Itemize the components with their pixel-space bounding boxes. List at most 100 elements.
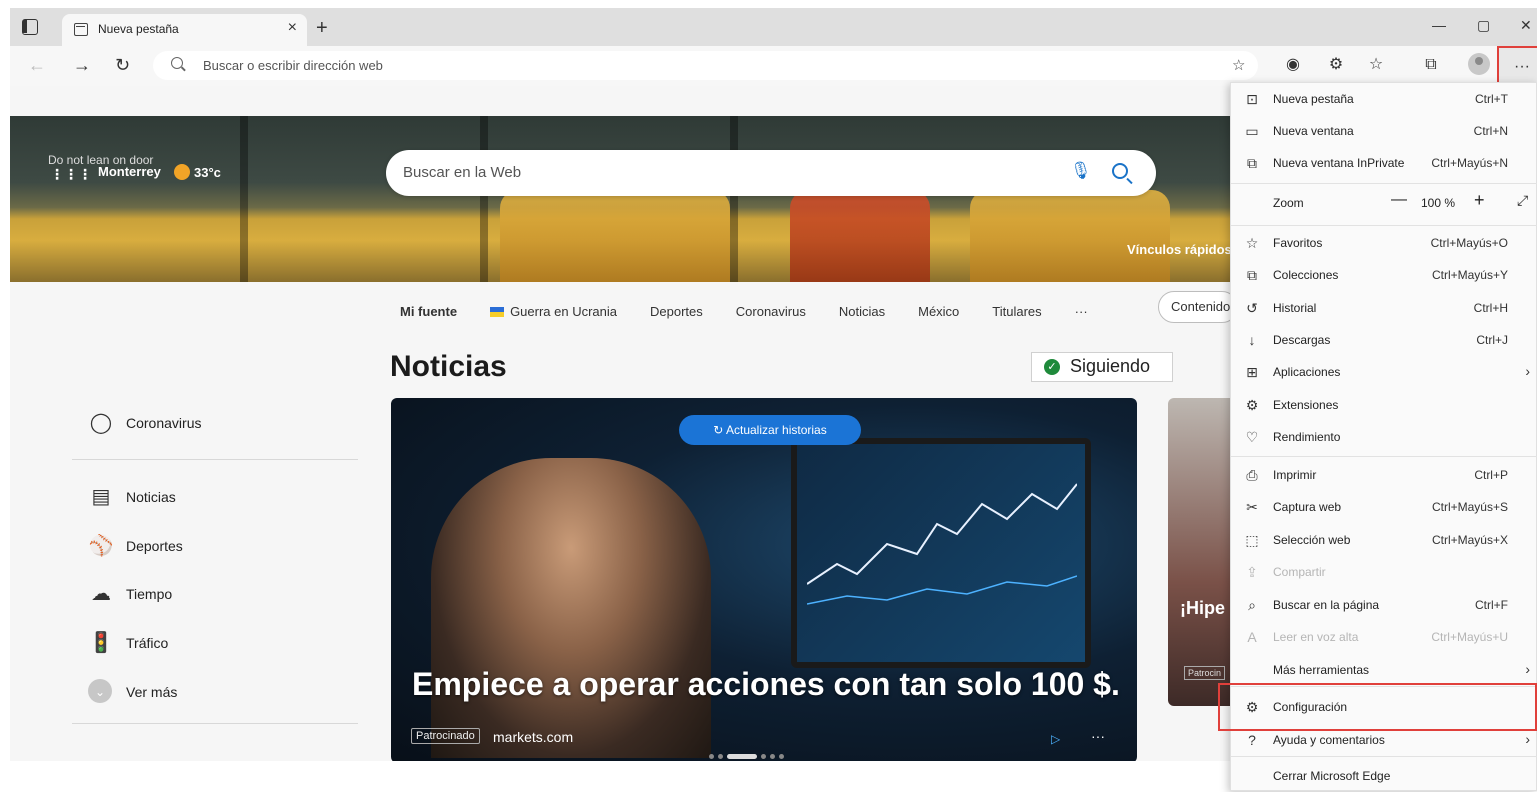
search-icon <box>171 57 183 69</box>
menu-print[interactable]: ⎙ Imprimir Ctrl+P <box>1231 459 1537 491</box>
side-nav-label: Deportes <box>126 538 183 554</box>
menu-shortcut: Ctrl+Mayús+S <box>1431 500 1508 514</box>
read-aloud-icon: A <box>1247 629 1257 645</box>
inprivate-icon: ⧉ <box>1247 155 1257 171</box>
menu-label: Extensiones <box>1273 398 1339 412</box>
menu-label: Imprimir <box>1273 468 1317 482</box>
zoom-out-button[interactable]: — <box>1391 191 1407 209</box>
menu-label: Ayuda y comentarios <box>1273 733 1385 747</box>
menu-label: Nueva ventana InPrivate <box>1273 156 1405 170</box>
feed-nav-sports[interactable]: Deportes <box>650 304 703 319</box>
menu-divider <box>1231 183 1537 184</box>
menu-new-inprivate[interactable]: ⧉ Nueva ventana InPrivate Ctrl+Mayús+N <box>1231 147 1537 179</box>
menu-shortcut: Ctrl+F <box>1475 598 1508 612</box>
menu-shortcut: Ctrl+J <box>1476 333 1508 347</box>
menu-close-edge[interactable]: Cerrar Microsoft Edge <box>1231 760 1537 792</box>
apps-grid-icon[interactable]: ⋮⋮⋮ <box>50 166 92 183</box>
maximize-button[interactable]: ▢ <box>1477 17 1490 34</box>
feed-nav-news[interactable]: Noticias <box>839 304 885 319</box>
new-tab-button[interactable]: + <box>316 17 328 40</box>
history-icon: ↺ <box>1246 300 1258 316</box>
add-favorite-icon[interactable]: ☆ <box>1232 56 1245 74</box>
settings-and-more-button[interactable]: ··· <box>1497 46 1537 86</box>
tab-title: Nueva pestaña <box>98 22 179 36</box>
chevron-right-icon: › <box>1525 363 1530 379</box>
card-headline[interactable]: Empiece a operar acciones con tan solo 1… <box>412 666 1120 703</box>
menu-extensions[interactable]: ⚙ Extensiones <box>1231 389 1537 421</box>
menu-label: Selección web <box>1273 533 1351 547</box>
menu-performance[interactable]: ♡ Rendimiento <box>1231 421 1537 453</box>
feed-nav-more[interactable]: ··· <box>1075 304 1088 319</box>
feed-nav-headlines[interactable]: Titulares <box>992 304 1041 319</box>
tab-bar: Nueva pestaña × + — ▢ ✕ <box>10 8 1537 46</box>
microphone-icon[interactable]: 🎙 <box>1070 161 1092 181</box>
tab-close-button[interactable]: × <box>288 19 297 37</box>
content-button[interactable]: Contenido <box>1158 291 1238 323</box>
extension-icon[interactable]: ◉ <box>1282 54 1304 76</box>
favorites-icon[interactable]: ☆ <box>1365 54 1387 76</box>
menu-more-tools[interactable]: Más herramientas › <box>1231 654 1537 686</box>
profile-icon[interactable] <box>1468 53 1490 75</box>
menu-favorites[interactable]: ☆ Favoritos Ctrl+Mayús+O <box>1231 227 1537 259</box>
menu-divider <box>1231 756 1537 757</box>
cloud-icon: ☁ <box>91 583 111 605</box>
minimize-button[interactable]: — <box>1432 17 1446 33</box>
refresh-stories-button[interactable]: ↻ Actualizar historias <box>679 415 861 445</box>
tab-new-tab[interactable]: Nueva pestaña × <box>62 14 307 46</box>
sports-ball-icon: ⚾ <box>88 535 114 557</box>
feed-nav-my-feed[interactable]: Mi fuente <box>400 304 457 319</box>
collections-icon: ⧉ <box>1247 267 1257 283</box>
menu-label: Más herramientas <box>1273 663 1370 677</box>
new-tab-page-icon <box>74 23 88 36</box>
menu-downloads[interactable]: ↓ Descargas Ctrl+J <box>1231 324 1537 356</box>
menu-shortcut: Ctrl+T <box>1475 92 1508 106</box>
quick-links-label[interactable]: Vínculos rápidos <box>1127 242 1232 257</box>
feed-nav-mexico[interactable]: México <box>918 304 959 319</box>
featured-news-card[interactable]: ↻ Actualizar historias Empiece a operar … <box>391 398 1137 761</box>
menu-shortcut: Ctrl+Mayús+X <box>1431 533 1508 547</box>
back-icon[interactable]: ← <box>28 55 46 76</box>
menu-apps[interactable]: ⊞ Aplicaciones › <box>1231 356 1537 388</box>
menu-web-select[interactable]: ⬚ Selección web Ctrl+Mayús+X <box>1231 524 1537 556</box>
web-search-box[interactable]: Buscar en la Web 🎙 <box>386 150 1156 196</box>
fullscreen-icon[interactable]: ⤢ <box>1517 192 1528 209</box>
feed-nav-coronavirus[interactable]: Coronavirus <box>736 304 806 319</box>
address-toolbar: ← → ↻ Buscar o escribir dirección web ☆ … <box>10 46 1537 86</box>
menu-web-capture[interactable]: ✂ Captura web Ctrl+Mayús+S <box>1231 491 1537 523</box>
menu-label: Captura web <box>1273 500 1342 514</box>
refresh-icon[interactable]: ↻ <box>115 55 130 76</box>
menu-share: ⇪ Compartir <box>1231 556 1537 588</box>
download-icon: ↓ <box>1248 332 1256 348</box>
tab-actions-icon[interactable] <box>22 19 38 35</box>
menu-new-window[interactable]: ▭ Nueva ventana Ctrl+N <box>1231 115 1537 147</box>
menu-new-tab[interactable]: ⊡ Nueva pestaña Ctrl+T <box>1231 83 1537 115</box>
menu-collections[interactable]: ⧉ Colecciones Ctrl+Mayús+Y <box>1231 259 1537 291</box>
menu-history[interactable]: ↺ Historial Ctrl+H <box>1231 292 1537 324</box>
menu-label: Aplicaciones <box>1273 365 1341 379</box>
share-icon: ⇪ <box>1246 564 1258 580</box>
card-image-person <box>431 458 711 758</box>
following-button[interactable]: ✓ Siguiendo <box>1031 352 1173 382</box>
side-nav-label: Ver más <box>126 684 178 700</box>
ad-choices-icon[interactable]: ▷ <box>1051 732 1060 746</box>
side-nav-label: Coronavirus <box>126 415 202 431</box>
card-source[interactable]: markets.com <box>493 729 573 745</box>
close-window-button[interactable]: ✕ <box>1520 17 1532 34</box>
zoom-in-button[interactable]: + <box>1474 190 1485 211</box>
menu-find-in-page[interactable]: ⌕ Buscar en la página Ctrl+F <box>1231 589 1537 621</box>
weather-city: Monterrey <box>98 164 161 179</box>
page-title: Noticias <box>390 350 507 383</box>
menu-divider <box>1231 456 1537 457</box>
card-more-button[interactable]: ··· <box>1091 728 1105 744</box>
search-icon[interactable] <box>1112 163 1128 179</box>
menu-label: Rendimiento <box>1273 430 1341 444</box>
feed-nav-ukraine[interactable]: Guerra en Ucrania <box>490 304 617 319</box>
collections-icon[interactable]: ⧉ <box>1420 54 1442 76</box>
puzzle-icon[interactable]: ⚙ <box>1325 54 1347 76</box>
side-nav-label: Tiempo <box>126 586 173 602</box>
carousel-dots[interactable] <box>709 754 784 759</box>
address-bar[interactable]: Buscar o escribir dirección web <box>153 51 1258 80</box>
check-icon: ✓ <box>1044 359 1060 375</box>
forward-icon[interactable]: → <box>73 55 91 76</box>
sun-icon <box>174 164 190 180</box>
